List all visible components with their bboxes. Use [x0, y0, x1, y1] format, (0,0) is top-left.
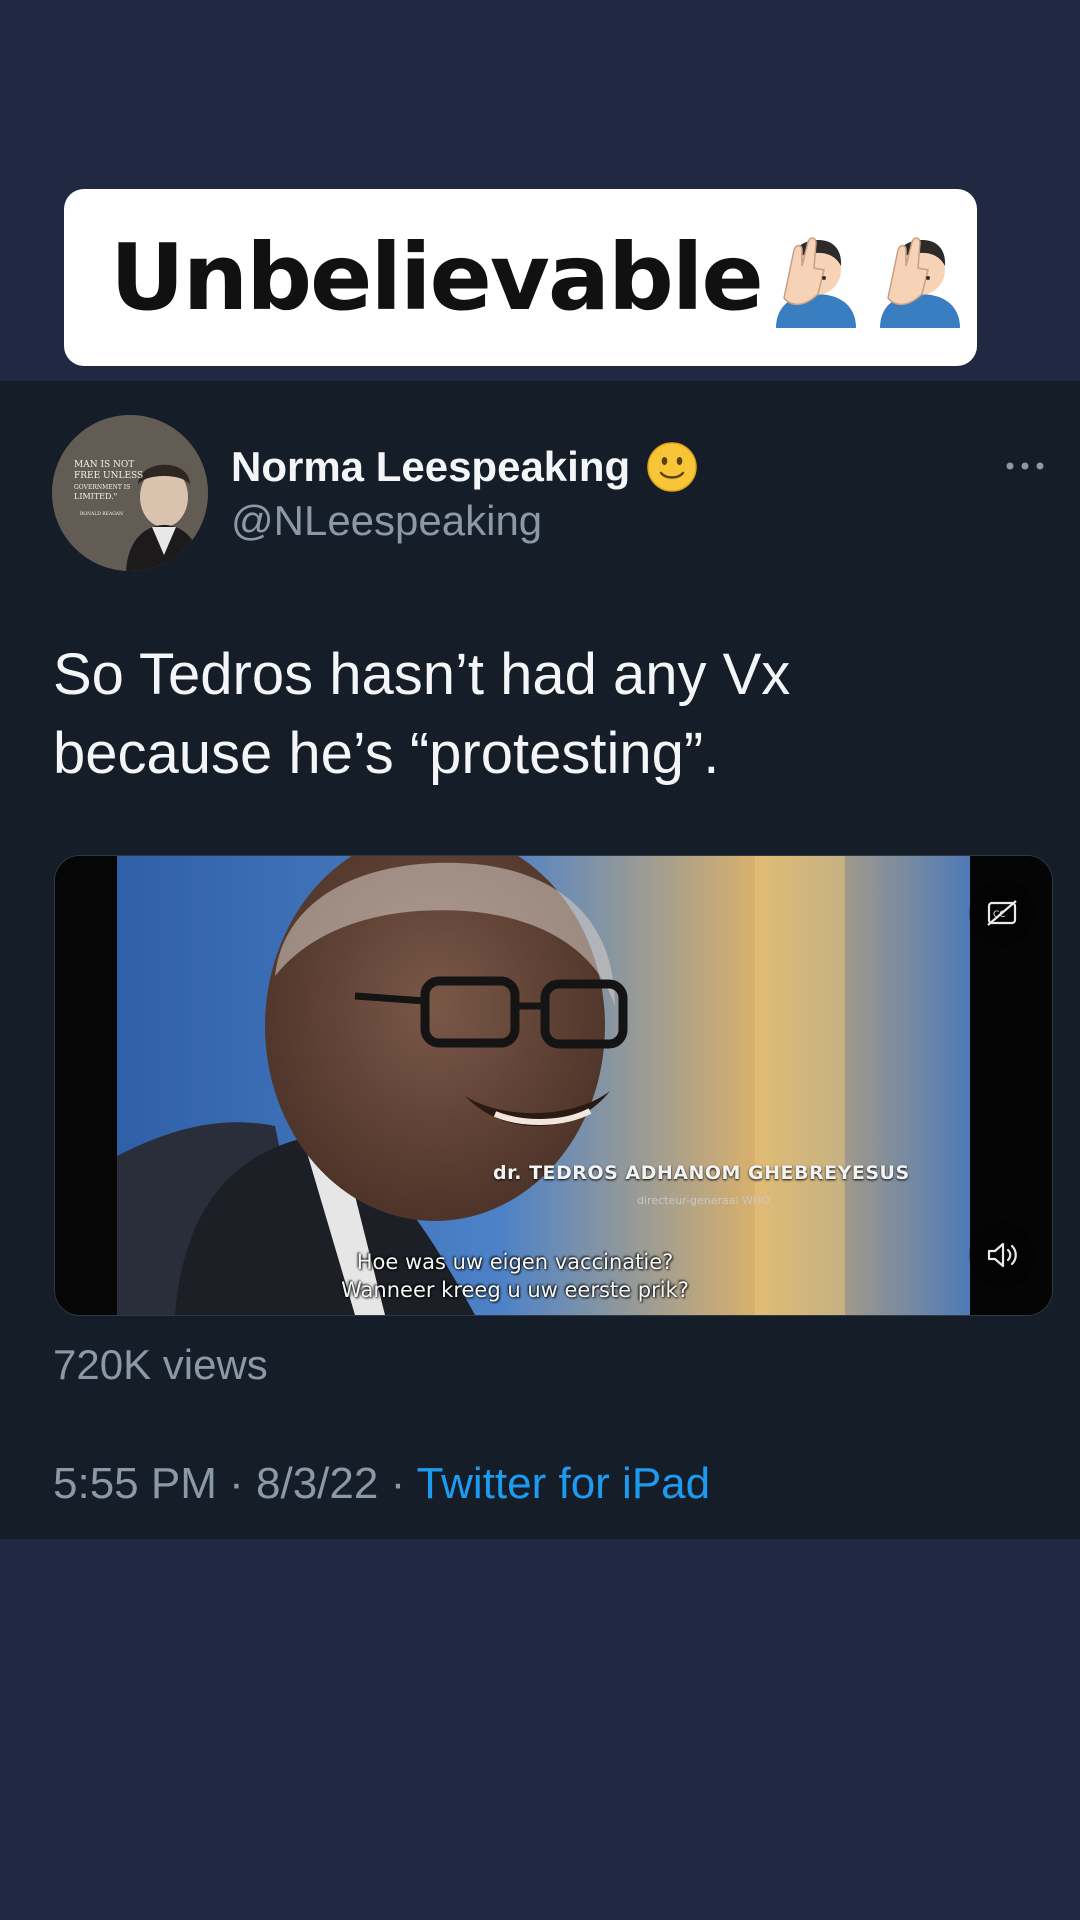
avatar[interactable]: MAN IS NOT FREE UNLESS GOVERNMENT IS LIM…: [52, 415, 208, 571]
avatar-image: MAN IS NOT FREE UNLESS GOVERNMENT IS LIM…: [52, 415, 208, 571]
view-count: 720K views: [53, 1341, 268, 1388]
video-frame: [55, 856, 1052, 1315]
avatar-quote-line1: MAN IS NOT: [74, 460, 134, 470]
video-player[interactable]: dr. TEDROS ADHANOM GHEBREYESUS directeur…: [54, 855, 1053, 1316]
speaker-icon: [987, 1242, 1017, 1268]
tweet-text-line: So Tedros hasn’t had any Vx: [53, 642, 791, 707]
user-handle[interactable]: @NLeespeaking: [231, 497, 542, 545]
tweet-date[interactable]: 8/3/22: [256, 1459, 378, 1508]
closed-captions-button[interactable]: CC: [969, 880, 1035, 946]
tweet-card: MAN IS NOT FREE UNLESS GOVERNMENT IS LIM…: [0, 381, 1080, 1539]
separator: ·: [229, 1459, 244, 1508]
video-caption: Hoe was uw eigen vaccinatie? Wanneer kre…: [295, 1248, 735, 1304]
tweet-text-line: because he’s “protesting”.: [53, 721, 720, 786]
avatar-quote-line2: FREE UNLESS: [74, 471, 143, 481]
tweet-time[interactable]: 5:55 PM: [53, 1459, 217, 1508]
tweet-text: So Tedros hasn’t had any Vx because he’s…: [53, 635, 1013, 793]
avatar-quote-attribution: RONALD REAGAN: [80, 511, 123, 517]
display-name-text: Norma Leespeaking: [231, 443, 631, 490]
video-overlay-subtitle: directeur-generaal WHO: [637, 1194, 770, 1207]
slightly-smiling-face-icon: [647, 442, 697, 492]
display-name[interactable]: Norma Leespeaking: [231, 441, 698, 493]
caption-row: Unbelievable: [110, 228, 970, 328]
facepalm-man-icon: [775, 236, 856, 328]
video-caption-line: Wanneer kreeg u uw eerste prik?: [341, 1278, 689, 1302]
caption-banner: Unbelievable: [64, 189, 977, 366]
facepalm-man-icon: [879, 236, 960, 328]
screen: Unbelievable MAN IS NOT FREE UNLESS GOVE…: [0, 0, 1080, 1920]
tweet-source-link[interactable]: Twitter for iPad: [417, 1459, 710, 1508]
mute-toggle-button[interactable]: [969, 1222, 1035, 1288]
avatar-quote-line3: GOVERNMENT IS: [74, 484, 130, 491]
avatar-quote-line4: LIMITED.": [74, 492, 117, 501]
separator: ·: [390, 1459, 406, 1508]
tweet-metadata: 5:55 PM · 8/3/22 · Twitter for iPad: [53, 1459, 710, 1509]
closed-captions-off-icon: CC: [987, 900, 1017, 926]
caption-text: Unbelievable: [110, 223, 764, 331]
video-overlay-title: dr. TEDROS ADHANOM GHEBREYESUS: [493, 1162, 910, 1184]
video-caption-line: Hoe was uw eigen vaccinatie?: [356, 1250, 674, 1274]
more-horizontal-icon[interactable]: [1005, 459, 1045, 473]
